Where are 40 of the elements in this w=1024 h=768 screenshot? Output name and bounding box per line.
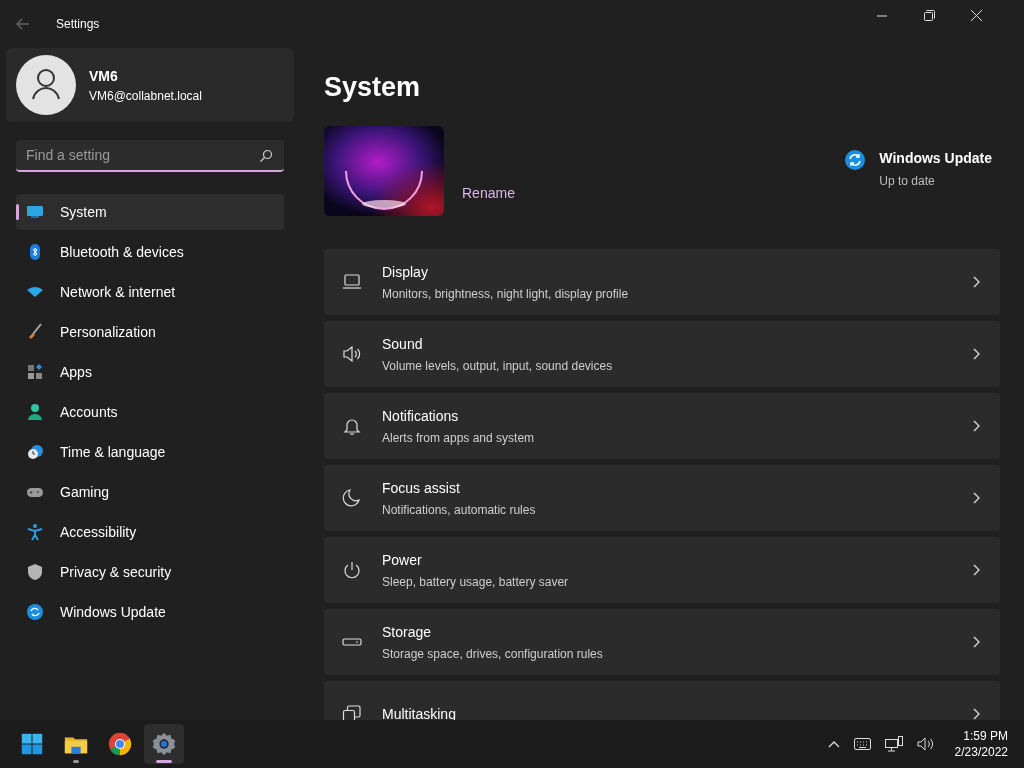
settings-card[interactable]: Notifications Alerts from apps and system xyxy=(324,393,1000,459)
settings-card[interactable]: Power Sleep, battery usage, battery saver xyxy=(324,537,1000,603)
window-title: Settings xyxy=(56,16,100,33)
card-title: Power xyxy=(382,550,423,570)
update-status: Up to date xyxy=(879,173,936,190)
clock-time[interactable]: 1:59 PM xyxy=(963,728,1008,744)
settings-card[interactable]: Storage Storage space, drives, configuration rules xyxy=(324,609,1000,675)
account-name: VM6 xyxy=(89,66,119,86)
card-description: Sleep, battery usage, battery saver xyxy=(382,573,570,591)
sidebar-item[interactable]: Network & internet xyxy=(16,274,284,310)
page-title: System xyxy=(324,71,422,104)
update-title: Windows Update xyxy=(879,149,992,168)
sidebar-item[interactable]: Accessibility xyxy=(16,514,284,550)
settings-card[interactable]: Sound Volume levels, output, input, sound devices xyxy=(324,321,1000,387)
sidebar-item[interactable]: Bluetooth & devices xyxy=(16,234,284,270)
sidebar-item[interactable]: Gaming xyxy=(16,474,284,510)
card-description: Monitors, brightness, night light, display profile xyxy=(382,285,630,303)
card-title: Focus assist xyxy=(382,478,461,498)
card-description: Notifications, automatic rules xyxy=(382,501,537,519)
account-email: VM6@collabnet.local xyxy=(89,87,202,105)
card-description: Alerts from apps and system xyxy=(382,429,536,447)
card-title: Display xyxy=(382,262,429,282)
card-description: Storage space, drives, configuration rules xyxy=(382,645,604,663)
card-description: Volume levels, output, input, sound devices xyxy=(382,357,614,375)
account-card[interactable]: VM6 VM6@collabnet.local xyxy=(6,48,294,122)
sidebar-item[interactable]: Time & language xyxy=(16,434,284,470)
settings-card[interactable]: Focus assist Notifications, automatic rules xyxy=(324,465,1000,531)
rename-link[interactable]: Rename xyxy=(462,183,515,204)
sidebar-item[interactable]: Windows Update xyxy=(16,594,284,630)
card-title: Storage xyxy=(382,622,433,642)
search-field[interactable]: Find a setting xyxy=(16,140,284,172)
sidebar-item[interactable]: Apps xyxy=(16,354,284,390)
sidebar-item[interactable]: System xyxy=(16,194,284,230)
card-title: Notifications xyxy=(382,406,460,426)
sidebar-item[interactable]: Privacy & security xyxy=(16,554,284,590)
clock-date[interactable]: 2/23/2022 xyxy=(954,744,1008,760)
sidebar-item[interactable]: Accounts xyxy=(16,394,284,430)
sidebar-item[interactable]: Personalization xyxy=(16,314,284,350)
card-title: Sound xyxy=(382,334,424,354)
settings-card[interactable]: Display Monitors, brightness, night light, display profile xyxy=(324,249,1000,315)
